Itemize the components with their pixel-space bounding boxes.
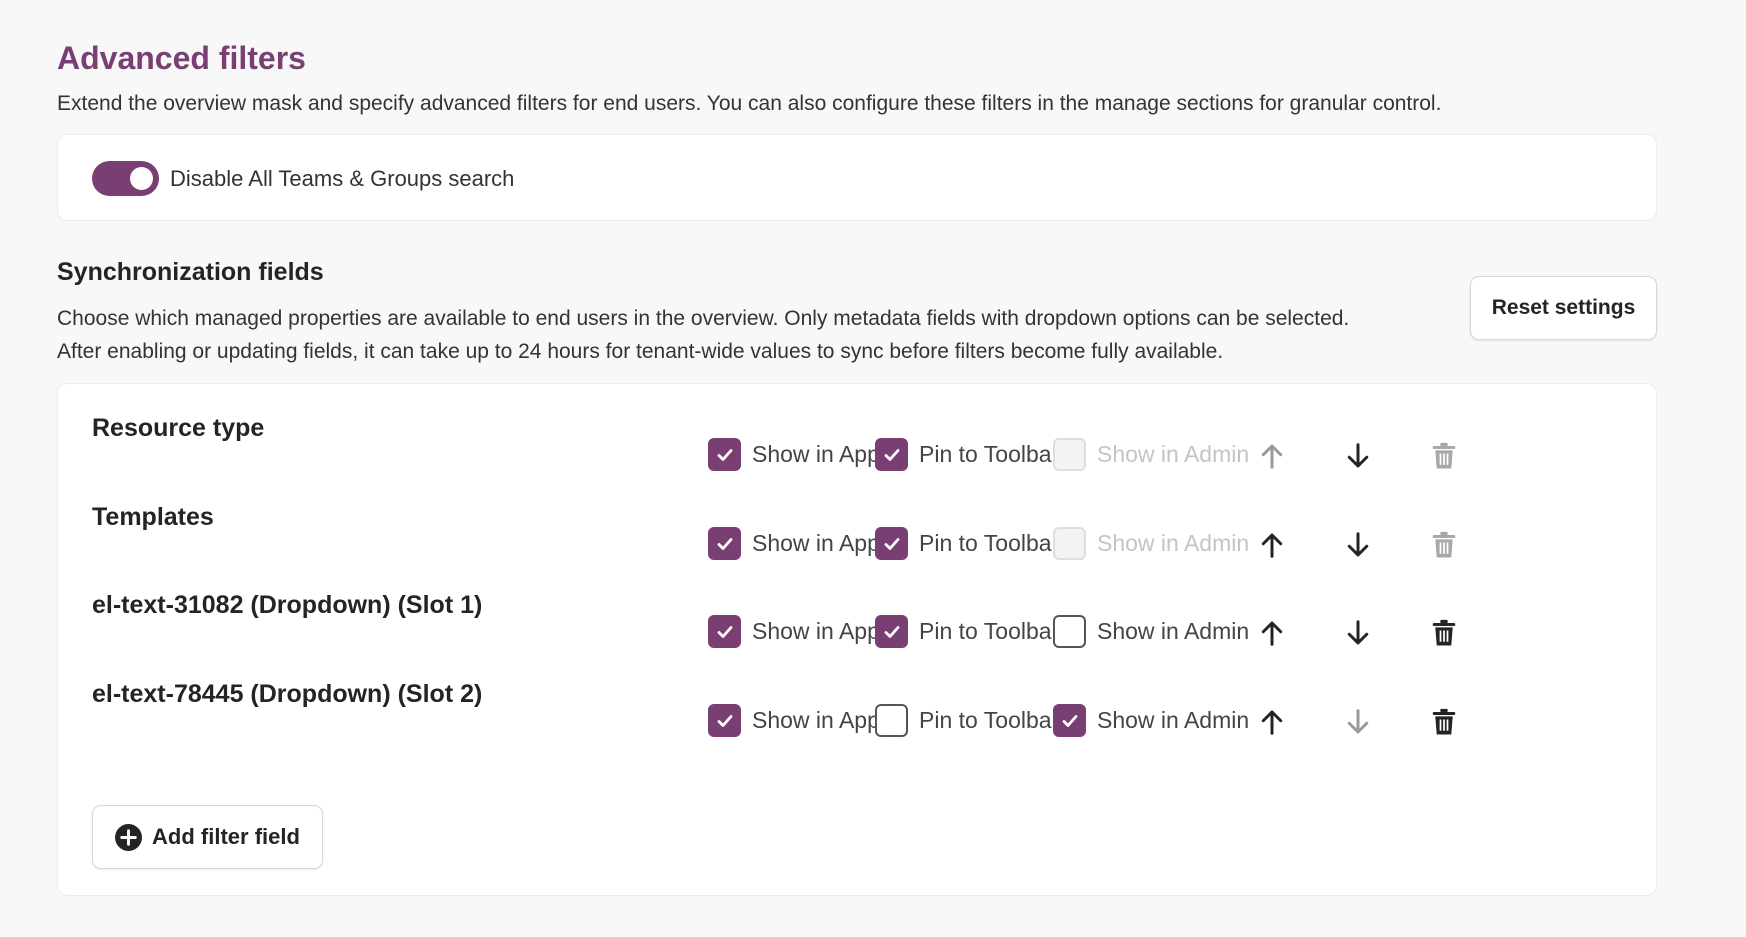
show-in-admin-option: Show in Admin: [1053, 704, 1249, 737]
checkmark-icon: [884, 537, 899, 550]
move-down-icon: [1347, 443, 1369, 468]
show-in-admin-label: Show in Admin: [1097, 618, 1250, 644]
toggle-card: Disable All Teams & Groups search: [57, 134, 1657, 221]
section-description-line-1: Choose which managed properties are avai…: [57, 307, 1350, 330]
delete-icon: [1432, 442, 1456, 469]
show-in-app-checkbox[interactable]: [708, 704, 741, 737]
delete-button[interactable]: [1426, 615, 1462, 651]
pin-to-toolbar-checkbox[interactable]: [875, 704, 908, 737]
show-in-admin-checkbox[interactable]: [1053, 615, 1086, 648]
field-name: el-text-31082 (Dropdown) (Slot 1): [92, 591, 483, 619]
delete-button[interactable]: [1426, 704, 1462, 740]
fields-card: Resource type Show in App Pin to Toolbar Sh…: [57, 383, 1657, 896]
show-in-app-checkbox[interactable]: [708, 527, 741, 560]
move-down-icon: [1347, 709, 1369, 734]
field-name: Templates: [92, 503, 214, 531]
move-up-icon: [1261, 621, 1283, 646]
show-in-admin-option: Show in Admin: [1053, 438, 1249, 471]
checkmark-icon: [884, 448, 899, 461]
delete-icon: [1432, 619, 1456, 646]
field-name: Resource type: [92, 414, 265, 442]
move-down-icon: [1347, 620, 1369, 645]
pin-to-toolbar-option: Pin to Toolbar: [875, 527, 1059, 560]
checkmark-icon: [717, 625, 732, 638]
field-row: el-text-31082 (Dropdown) (Slot 1) Show in…: [58, 591, 1658, 651]
page-title: Advanced filters: [57, 40, 306, 76]
show-in-app-option: Show in App: [708, 704, 880, 737]
add-filter-field-button[interactable]: Add filter field: [92, 805, 323, 869]
section-description: Choose which managed properties are avai…: [57, 302, 1457, 368]
show-in-app-checkbox[interactable]: [708, 438, 741, 471]
delete-icon: [1432, 531, 1456, 558]
move-up-button[interactable]: [1254, 704, 1290, 740]
move-up-button: [1254, 438, 1290, 474]
show-in-app-checkbox[interactable]: [708, 615, 741, 648]
show-in-app-option: Show in App: [708, 615, 880, 648]
pin-to-toolbar-option: Pin to Toolbar: [875, 438, 1059, 471]
move-up-button[interactable]: [1254, 615, 1290, 651]
show-in-app-label: Show in App: [752, 530, 880, 556]
show-in-admin-checkbox[interactable]: [1053, 704, 1086, 737]
section-title: Synchronization fields: [57, 258, 324, 286]
plus-circle-icon: [115, 823, 143, 851]
move-up-icon: [1261, 710, 1283, 735]
pin-to-toolbar-label: Pin to Toolbar: [919, 441, 1060, 467]
pin-to-toolbar-option: Pin to Toolbar: [875, 704, 1059, 737]
toggle-knob: [130, 167, 153, 190]
checkmark-icon: [1062, 714, 1077, 727]
section-description-line-2: After enabling or updating fields, it ca…: [57, 340, 1224, 363]
reset-settings-button[interactable]: Reset settings: [1470, 276, 1657, 340]
show-in-app-option: Show in App: [708, 438, 880, 471]
delete-button: [1426, 438, 1462, 474]
move-down-button[interactable]: [1340, 438, 1376, 474]
move-up-button[interactable]: [1254, 527, 1290, 563]
field-row: Resource type Show in App Pin to Toolbar Sh…: [58, 414, 1658, 474]
checkmark-icon: [717, 714, 732, 727]
toggle-label: Disable All Teams & Groups search: [170, 165, 515, 191]
add-filter-field-label: Add filter field: [152, 824, 300, 849]
pin-to-toolbar-label: Pin to Toolbar: [919, 618, 1060, 644]
page-description: Extend the overview mask and specify adv…: [57, 92, 1442, 115]
pin-to-toolbar-label: Pin to Toolbar: [919, 707, 1060, 733]
delete-icon: [1432, 708, 1456, 735]
pin-to-toolbar-checkbox[interactable]: [875, 615, 908, 648]
field-row: Templates Show in App Pin to Toolbar Show i…: [58, 503, 1658, 563]
checkmark-icon: [717, 537, 732, 550]
move-up-icon: [1261, 444, 1283, 469]
pin-to-toolbar-checkbox[interactable]: [875, 527, 908, 560]
show-in-app-label: Show in App: [752, 441, 880, 467]
show-in-admin-label: Show in Admin: [1097, 707, 1250, 733]
disable-search-toggle[interactable]: [92, 161, 159, 196]
move-down-button[interactable]: [1340, 615, 1376, 651]
move-down-button[interactable]: [1340, 527, 1376, 563]
delete-button: [1426, 527, 1462, 563]
checkmark-icon: [884, 625, 899, 638]
show-in-admin-checkbox: [1053, 438, 1086, 471]
show-in-admin-label: Show in Admin: [1097, 530, 1250, 556]
pin-to-toolbar-checkbox[interactable]: [875, 438, 908, 471]
checkmark-icon: [717, 448, 732, 461]
field-name: el-text-78445 (Dropdown) (Slot 2): [92, 680, 483, 708]
move-down-button: [1340, 704, 1376, 740]
move-down-icon: [1347, 532, 1369, 557]
field-row: el-text-78445 (Dropdown) (Slot 2) Show in…: [58, 680, 1658, 740]
move-up-icon: [1261, 533, 1283, 558]
advanced-filters-page: Advanced filters Extend the overview mas…: [0, 0, 1746, 937]
pin-to-toolbar-option: Pin to Toolbar: [875, 615, 1059, 648]
show-in-admin-checkbox: [1053, 527, 1086, 560]
show-in-app-label: Show in App: [752, 707, 880, 733]
show-in-admin-option: Show in Admin: [1053, 527, 1249, 560]
pin-to-toolbar-label: Pin to Toolbar: [919, 530, 1060, 556]
show-in-admin-option: Show in Admin: [1053, 615, 1249, 648]
show-in-app-option: Show in App: [708, 527, 880, 560]
disable-search-toggle-row: Disable All Teams & Groups search: [92, 161, 514, 196]
show-in-app-label: Show in App: [752, 618, 880, 644]
show-in-admin-label: Show in Admin: [1097, 441, 1250, 467]
